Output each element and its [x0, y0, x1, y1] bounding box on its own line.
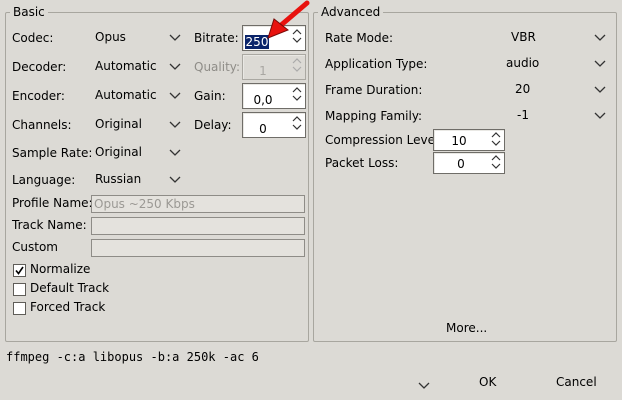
- encoder-label: Encoder:: [12, 89, 65, 103]
- chevron-down-icon: [169, 149, 183, 159]
- normalize-checkbox[interactable]: [13, 264, 26, 277]
- codec-value: Opus: [95, 30, 126, 44]
- decoder-value: Automatic: [95, 59, 157, 73]
- spin-up-icon[interactable]: [291, 86, 303, 93]
- annotation-arrow-icon: [267, 0, 310, 39]
- default-track-checkbox[interactable]: [13, 283, 26, 296]
- chevron-down-icon: [169, 63, 183, 73]
- checkmark-icon: [15, 266, 24, 275]
- spin-down-icon[interactable]: [490, 163, 502, 170]
- spin-up-icon[interactable]: [291, 115, 303, 122]
- delay-label: Delay:: [194, 118, 232, 132]
- spin-down-icon[interactable]: [291, 95, 303, 102]
- profile-name-label: Profile Name:: [12, 196, 93, 210]
- spin-down-icon[interactable]: [490, 140, 502, 147]
- language-value: Russian: [95, 172, 142, 186]
- decoder-combo[interactable]: Automatic: [90, 56, 186, 78]
- spin-up-icon[interactable]: [490, 154, 502, 161]
- more-button[interactable]: More...: [446, 321, 487, 336]
- chevron-down-icon: [594, 60, 608, 70]
- spin-up-icon: [292, 58, 302, 64]
- mapping-family-label: Mapping Family:: [325, 109, 423, 123]
- chevron-down-icon: [169, 92, 183, 102]
- default-track-label[interactable]: Default Track: [30, 281, 109, 296]
- profile-name-field[interactable]: Opus ~250 Kbps: [91, 195, 305, 213]
- compression-level-label: Compression Level:: [325, 133, 443, 147]
- rate-mode-combo[interactable]: VBR: [460, 27, 610, 49]
- language-combo[interactable]: Russian: [90, 169, 186, 191]
- compression-level-spinbox[interactable]: 10: [433, 129, 505, 151]
- advanced-group-title: Advanced: [321, 5, 381, 19]
- packet-loss-value: 0: [457, 157, 465, 171]
- quality-spinbox: 1: [242, 54, 306, 80]
- channels-value: Original: [95, 117, 142, 131]
- chevron-down-icon: [594, 112, 608, 122]
- gain-spinbox[interactable]: 0,0: [242, 83, 306, 109]
- chevron-down-icon: [169, 176, 183, 186]
- frame-duration-combo[interactable]: 20: [460, 79, 610, 101]
- gain-label: Gain:: [194, 89, 226, 103]
- chevron-down-icon[interactable]: [418, 379, 430, 393]
- sample-rate-combo[interactable]: Original: [90, 142, 186, 164]
- custom-field[interactable]: [91, 239, 305, 257]
- command-line-text: ffmpeg -c:a libopus -b:a 250k -ac 6: [6, 350, 259, 364]
- channels-combo[interactable]: Original: [90, 114, 186, 136]
- custom-label: Custom: [12, 240, 58, 254]
- gain-value: 0,0: [253, 93, 273, 107]
- application-type-combo[interactable]: audio: [460, 53, 610, 75]
- codec-label: Codec:: [12, 31, 54, 45]
- track-name-label: Track Name:: [12, 218, 87, 232]
- cancel-button[interactable]: Cancel: [556, 375, 597, 390]
- compression-level-value: 10: [451, 134, 467, 148]
- chevron-down-icon: [594, 86, 608, 96]
- channels-label: Channels:: [12, 118, 72, 132]
- profile-name-placeholder: Opus ~250 Kbps: [94, 197, 195, 211]
- application-type-label: Application Type:: [325, 57, 428, 71]
- mapping-family-value: -1: [517, 108, 529, 122]
- language-label: Language:: [12, 173, 76, 187]
- spin-down-icon[interactable]: [291, 124, 303, 131]
- chevron-down-icon: [594, 34, 608, 44]
- encoder-combo[interactable]: Automatic: [90, 85, 186, 107]
- packet-loss-spinbox[interactable]: 0: [433, 152, 505, 174]
- normalize-label[interactable]: Normalize: [30, 262, 90, 277]
- spin-down-icon: [292, 66, 302, 72]
- sample-rate-value: Original: [95, 145, 142, 159]
- frame-duration-value: 20: [515, 82, 531, 96]
- forced-track-label[interactable]: Forced Track: [30, 300, 105, 315]
- delay-spinbox[interactable]: 0: [242, 112, 306, 138]
- sample-rate-label: Sample Rate:: [12, 146, 93, 160]
- mapping-family-combo[interactable]: -1: [460, 105, 610, 127]
- packet-loss-label: Packet Loss:: [325, 156, 399, 170]
- rate-mode-label: Rate Mode:: [325, 31, 394, 45]
- codec-combo[interactable]: Opus: [90, 27, 186, 49]
- ok-button[interactable]: OK: [479, 375, 496, 390]
- frame-duration-label: Frame Duration:: [325, 83, 423, 97]
- delay-value: 0: [259, 122, 267, 136]
- bitrate-label: Bitrate:: [194, 31, 239, 45]
- quality-label: Quality:: [194, 60, 241, 74]
- quality-value: 1: [259, 64, 267, 78]
- spin-up-icon[interactable]: [490, 131, 502, 138]
- basic-group-title: Basic: [13, 5, 45, 19]
- forced-track-checkbox[interactable]: [13, 302, 26, 315]
- application-type-value: audio: [506, 56, 540, 70]
- encoder-value: Automatic: [95, 88, 157, 102]
- rate-mode-value: VBR: [511, 30, 536, 44]
- chevron-down-icon: [169, 121, 183, 131]
- track-name-field[interactable]: [91, 217, 305, 235]
- decoder-label: Decoder:: [12, 60, 67, 74]
- chevron-down-icon: [169, 34, 183, 44]
